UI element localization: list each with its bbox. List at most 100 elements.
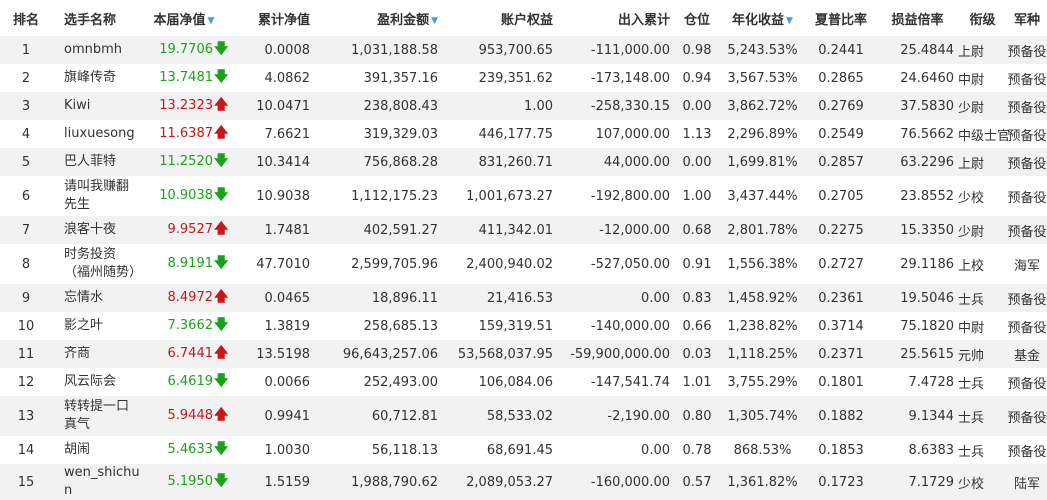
- nav-value: 11.2520: [159, 154, 213, 169]
- equity-cell: 1,001,673.27: [466, 188, 553, 204]
- profit-cell: 60,712.81: [371, 408, 438, 424]
- equity-cell: 159,319.51: [478, 318, 553, 334]
- player-name-link[interactable]: 风云际会: [52, 368, 140, 396]
- table-row: 6 请叫我赚翻先生 10.9038🡇 10.9038 1,112,175.23 1,001…: [0, 176, 1047, 216]
- rank-cell: 15: [17, 474, 35, 490]
- rank-title-cell: 少尉: [958, 224, 985, 240]
- rank-title-cell: 中级士官: [958, 128, 1011, 144]
- sharpe-cell: 0.2361: [818, 290, 864, 306]
- header-cum-nav-label: 累计净值: [257, 12, 310, 28]
- profit-cell: 258,685.13: [363, 318, 438, 334]
- profit-cell: 252,493.00: [363, 374, 438, 390]
- player-name-link[interactable]: 巴人菲特: [52, 148, 140, 176]
- player-name-link[interactable]: 忘情水: [52, 284, 140, 312]
- cum-nav-cell: 7.6621: [264, 126, 311, 142]
- player-name-link[interactable]: 影之叶: [52, 312, 140, 340]
- nav-value: 10.9038: [159, 188, 213, 203]
- nav-cell: 8.9191🡇: [140, 244, 229, 284]
- profit-cell: 1,031,188.58: [351, 42, 438, 58]
- header-cum-nav: 累计净值: [228, 0, 314, 36]
- sharpe-cell: 0.2865: [818, 70, 864, 86]
- player-name-link[interactable]: omnbmh: [52, 36, 140, 64]
- player-name-link[interactable]: 胡闹: [52, 436, 140, 464]
- rank-title-cell: 元帅: [958, 348, 985, 364]
- annual-return-cell: 1,458.92%: [727, 290, 798, 306]
- arrow-down-icon: 🡇: [214, 69, 228, 85]
- annual-return-cell: 1,305.74%: [727, 408, 798, 424]
- arrow-down-icon: 🡇: [214, 441, 228, 457]
- arrow-up-icon: 🡅: [214, 221, 228, 237]
- cum-nav-cell: 1.7481: [264, 222, 311, 238]
- player-name-link[interactable]: 时务投资（福州随势）: [52, 244, 140, 284]
- header-nav[interactable]: 本届净值 ▼: [140, 0, 228, 36]
- player-name-link[interactable]: 请叫我赚翻先生: [52, 176, 140, 216]
- table-row: 15 wen_shichun 5.1950🡇 1.5159 1,988,790.62 2,…: [0, 464, 1047, 500]
- rank-title-cell: 士兵: [958, 292, 985, 308]
- profit-cell: 2,599,705.96: [351, 256, 438, 272]
- profit-cell: 391,357.16: [363, 70, 438, 86]
- flow-cell: -192,800.00: [590, 188, 670, 204]
- arrow-down-icon: 🡇: [214, 153, 228, 169]
- position-cell: 1.01: [682, 374, 712, 390]
- sort-desc-icon[interactable]: ▼: [786, 16, 793, 26]
- rank-title-cell: 少尉: [958, 100, 985, 116]
- branch-cell: 预备役: [1007, 156, 1047, 172]
- profit-cell: 756,868.28: [363, 154, 438, 170]
- header-profit-label: 盈利金额: [377, 12, 430, 28]
- position-cell: 0.98: [682, 42, 712, 58]
- nav-cell: 5.1950🡇: [140, 464, 229, 500]
- sharpe-cell: 0.2549: [818, 126, 864, 142]
- annual-return-cell: 1,238.82%: [727, 318, 798, 334]
- pl-ratio-cell: 76.5662: [900, 126, 954, 142]
- flow-cell: -258,330.15: [590, 98, 670, 114]
- player-name-link[interactable]: 齐商: [52, 340, 140, 368]
- sharpe-cell: 0.2275: [818, 222, 864, 238]
- nav-value: 6.7441: [167, 346, 214, 361]
- cum-nav-cell: 1.5159: [264, 474, 311, 490]
- nav-cell: 13.2323🡅: [140, 92, 228, 120]
- rank-cell: 3: [21, 98, 31, 114]
- rank-title-cell: 士兵: [958, 376, 985, 392]
- rank-title-cell: 少校: [958, 190, 985, 206]
- header-equity: 账户权益: [442, 0, 557, 36]
- position-cell: 0.83: [682, 290, 712, 306]
- player-name-link[interactable]: 转转提一口真气: [52, 396, 140, 436]
- player-name-link[interactable]: Kiwi: [52, 92, 140, 120]
- position-cell: 0.68: [682, 222, 712, 238]
- player-name-link[interactable]: liuxuesong: [52, 120, 140, 148]
- position-cell: 0.94: [682, 70, 712, 86]
- equity-cell: 446,177.75: [478, 126, 553, 142]
- player-name-link[interactable]: 旗峰传奇: [52, 64, 140, 92]
- nav-cell: 7.3662🡇: [140, 312, 229, 340]
- table-row: 14 胡闹 5.4633🡇 1.0030 56,118.13 68,691.45 0.00 0…: [0, 436, 1047, 464]
- player-name-link[interactable]: wen_shichun: [52, 464, 140, 500]
- flow-cell: 0.00: [641, 290, 670, 306]
- branch-cell: 陆军: [1013, 476, 1040, 492]
- nav-value: 7.3662: [167, 318, 214, 333]
- rank-cell: 1: [21, 42, 31, 58]
- sharpe-cell: 0.2857: [818, 154, 864, 170]
- nav-value: 13.7481: [159, 70, 213, 85]
- header-pl-ratio: 损益倍率: [877, 0, 958, 36]
- nav-value: 5.4633: [167, 442, 214, 457]
- equity-cell: 953,700.65: [478, 42, 553, 58]
- equity-cell: 58,533.02: [486, 408, 553, 424]
- header-rank-title: 衔级: [958, 0, 1007, 36]
- arrow-down-icon: 🡇: [214, 373, 228, 389]
- header-branch-label: 军种: [1013, 12, 1040, 28]
- flow-cell: 107,000.00: [595, 126, 670, 142]
- table-row: 4 liuxuesong 11.6387🡅 7.6621 319,329.03 446,1…: [0, 120, 1047, 148]
- header-profit[interactable]: 盈利金额 ▼: [314, 0, 442, 36]
- header-annual[interactable]: 年化收益 ▼: [720, 0, 805, 36]
- sort-desc-icon[interactable]: ▼: [431, 16, 438, 26]
- rank-cell: 14: [17, 442, 35, 458]
- arrow-down-icon: 🡇: [214, 187, 228, 203]
- table-row: 8 时务投资（福州随势） 8.9191🡇 47.7010 2,599,705.96 2,4…: [0, 244, 1047, 284]
- position-cell: 0.03: [682, 346, 712, 362]
- sort-desc-icon[interactable]: ▼: [208, 16, 215, 26]
- nav-cell: 5.4633🡇: [140, 436, 229, 464]
- arrow-down-icon: 🡇: [214, 317, 228, 333]
- player-name-link[interactable]: 浪客十夜: [52, 216, 140, 244]
- flow-cell: -2,190.00: [607, 408, 670, 424]
- nav-cell: 10.9038🡇: [140, 176, 228, 216]
